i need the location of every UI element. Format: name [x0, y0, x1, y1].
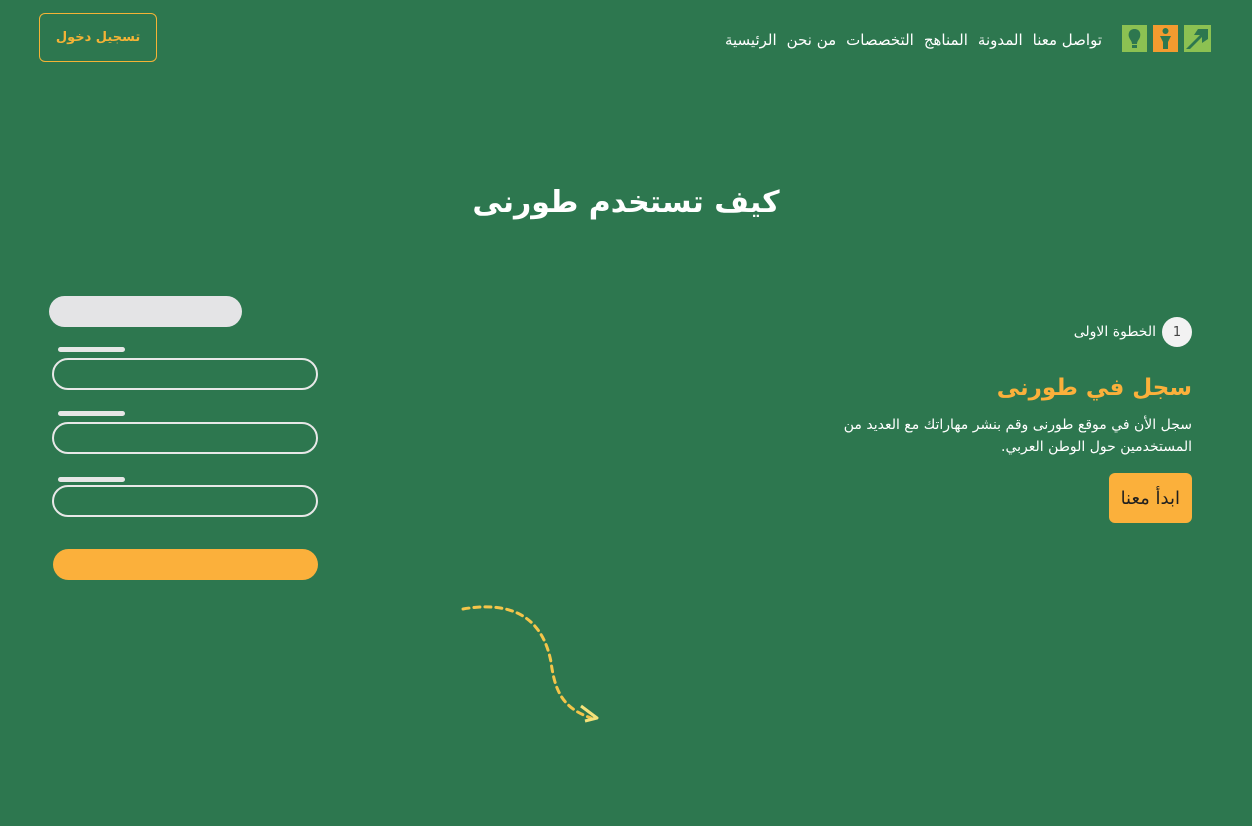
- form-label-placeholder: [58, 411, 125, 416]
- form-label-placeholder: [58, 477, 125, 482]
- form-header-bar: [49, 296, 242, 327]
- nav-about[interactable]: من نحن: [787, 29, 837, 51]
- form-field-placeholder: [52, 422, 318, 454]
- main-nav: الرئيسية من نحن التخصصات المناهج المدونة…: [725, 29, 1102, 51]
- start-button[interactable]: ابدأ معنا: [1108, 473, 1192, 523]
- login-button[interactable]: تسجيل دخول: [39, 13, 157, 62]
- step-label-text: الخطوة الاولى: [1073, 324, 1156, 340]
- form-submit-placeholder: [53, 549, 318, 580]
- nav-home[interactable]: الرئيسية: [725, 29, 777, 51]
- page: الرئيسية من نحن التخصصات المناهج المدونة…: [0, 0, 1252, 826]
- form-field-placeholder: [52, 358, 318, 390]
- nav-blog[interactable]: المدونة: [978, 29, 1023, 51]
- dashed-arrow-icon: [455, 600, 615, 734]
- nav-curricula[interactable]: المناهج: [924, 29, 968, 51]
- nav-contact[interactable]: تواصل معنا: [1033, 29, 1102, 51]
- form-field-placeholder: [52, 485, 318, 517]
- step-block: 1 الخطوة الاولى سجل في طورنى سجل الأن في…: [772, 316, 1192, 523]
- step-heading: سجل في طورنى: [996, 375, 1192, 401]
- step-description: سجل الأن في موقع طورنى وقم بنشر مهاراتك …: [843, 417, 1192, 455]
- nav-specializations[interactable]: التخصصات: [846, 29, 914, 51]
- site-logo[interactable]: [1122, 25, 1211, 52]
- section-title: كيف تستخدم طورنى: [472, 185, 780, 220]
- step-number-badge: 1: [1162, 317, 1192, 347]
- form-label-placeholder: [58, 347, 125, 352]
- step-label: 1 الخطوة الاولى: [772, 316, 1192, 348]
